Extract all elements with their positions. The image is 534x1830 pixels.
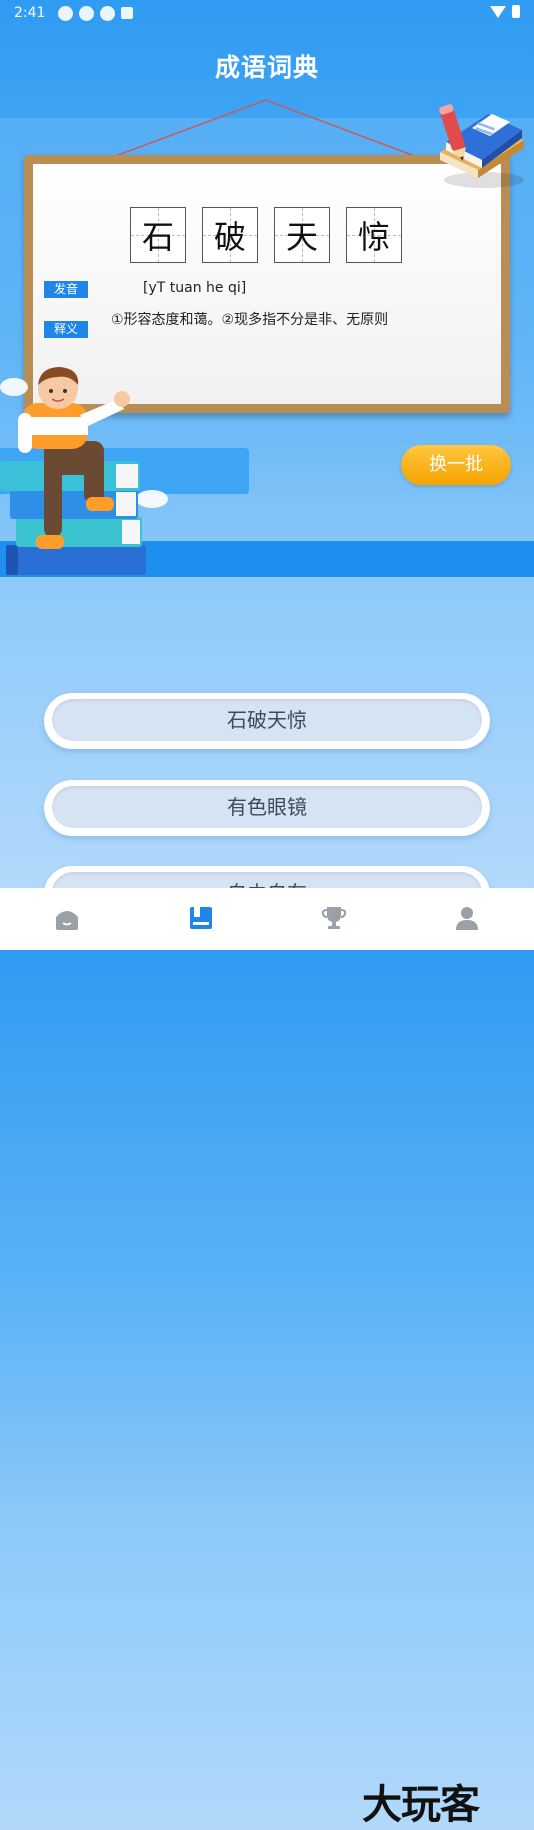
answer-option-label: 石破天惊 <box>52 699 482 741</box>
character: 惊 <box>357 218 390 256</box>
idiom-characters: 石 破 天 惊 <box>130 207 402 263</box>
answer-option[interactable]: 有色眼镜 <box>44 780 490 836</box>
trophy-icon[interactable] <box>320 904 348 932</box>
answer-option-label: 有色眼镜 <box>52 786 482 828</box>
character-box: 石 <box>130 207 186 263</box>
answer-option[interactable]: 石破天惊 <box>44 693 490 749</box>
character-box: 天 <box>274 207 330 263</box>
user-icon[interactable] <box>453 904 481 932</box>
character: 天 <box>285 218 318 256</box>
book-icon[interactable] <box>187 904 215 932</box>
kid-illustration <box>0 367 168 575</box>
character-box: 破 <box>202 207 258 263</box>
meaning-tag: 释义 <box>44 321 88 338</box>
character: 石 <box>141 218 174 256</box>
character-box: 惊 <box>346 207 402 263</box>
pronunciation-text: [yT tuan he qi] <box>143 280 247 296</box>
pronunciation-tag: 发音 <box>44 281 88 298</box>
bottom-tab-bar: 大玩客 <box>0 888 534 1828</box>
refresh-button[interactable]: 换一批 <box>401 445 511 485</box>
book-pencil-icon <box>439 104 524 188</box>
watermark-logo: 大玩客 <box>362 1782 480 1828</box>
home-icon[interactable] <box>53 904 81 932</box>
meaning-text: ①形容态度和蔼。②现多指不分是非、无原则 <box>111 312 389 328</box>
character: 破 <box>213 218 246 256</box>
